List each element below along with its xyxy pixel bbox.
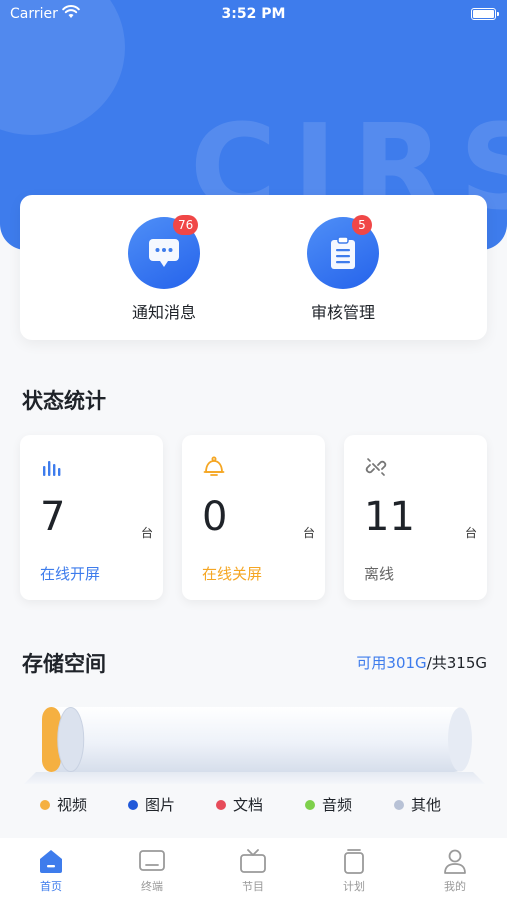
legend-label: 音频 [322,796,353,814]
legend-item-document: 文档 [216,794,263,815]
stat-card-offline[interactable]: 11 台 离线 [344,435,487,600]
tab-label: 首页 [40,880,62,893]
notification-count-badge: 76 [173,215,199,235]
legend-dot [216,799,226,810]
storage-title: 存储空间 [22,652,106,676]
cylinder-body [42,707,468,772]
stat-value: 7 [40,494,66,540]
tab-label: 节目 [242,880,264,893]
tab-mine[interactable]: 我的 [425,848,485,894]
legend-label: 图片 [145,796,176,814]
stat-label: 在线开屏 [40,565,101,583]
quick-actions-card: 76 通知消息 5 审核管理 [20,195,487,340]
storage-total: /共315G [426,654,487,672]
tab-label: 我的 [444,880,466,893]
storage-cylinder [24,707,485,784]
legend-item-image: 图片 [128,794,175,815]
status-stats-title: 状态统计 [22,389,106,413]
legend-label: 视频 [57,796,88,814]
stat-unit: 台 [302,526,315,540]
stat-label: 在线关屏 [202,565,263,583]
user-icon [444,849,466,874]
cylinder-right-cap [448,707,472,772]
chat-bubble-icon: 76 [128,215,200,289]
legend-label: 其他 [411,796,442,814]
review-management-label: 审核管理 [310,303,375,322]
bell-icon [203,456,225,476]
tv-icon [240,849,266,873]
legend-dot [40,799,50,810]
stat-card-online-on[interactable]: 7 台 在线开屏 [20,435,163,600]
storage-summary: 可用301G/共315G [356,652,487,673]
plan-icon [344,849,364,874]
stat-card-online-off[interactable]: 0 台 在线关屏 [182,435,325,600]
tab-plans[interactable]: 计划 [324,848,384,894]
review-management-button[interactable]: 5 审核管理 [283,215,403,323]
terminal-screen-icon [139,850,165,871]
bar-signal-icon [43,461,61,476]
status-bar: Carrier 3:52 PM [0,0,507,28]
stat-unit: 台 [140,526,153,540]
storage-legend: 视频 图片 文档 音频 其他 [40,794,480,816]
legend-dot [305,799,315,810]
legend-label: 文档 [233,796,264,814]
tab-programs[interactable]: 节目 [223,848,283,894]
legend-item-audio: 音频 [305,794,352,815]
legend-item-video: 视频 [40,794,87,815]
used-segment-edge [57,707,85,772]
stat-unit: 台 [464,526,477,540]
stat-label: 离线 [364,565,395,583]
storage-available: 可用301G [356,654,427,672]
bottom-tab-bar: 首页 终端 节目 计划 我的 [0,838,507,900]
legend-dot [394,799,404,810]
clipboard-icon: 5 [307,215,379,289]
review-count-badge: 5 [352,215,372,235]
tab-home[interactable]: 首页 [21,848,81,894]
clock: 3:52 PM [221,6,286,22]
tab-terminals[interactable]: 终端 [122,848,182,894]
battery-icon [471,8,499,20]
broken-link-icon [365,458,387,476]
home-icon [40,850,62,873]
tab-label: 计划 [343,880,365,893]
stat-value: 0 [202,494,228,540]
notification-messages-button[interactable]: 76 通知消息 [104,215,224,323]
cylinder-shadow [24,772,485,784]
legend-dot [128,799,138,810]
notification-messages-label: 通知消息 [131,303,196,322]
tab-label: 终端 [141,880,163,893]
stat-value: 11 [364,494,415,540]
legend-item-other: 其他 [394,794,441,815]
